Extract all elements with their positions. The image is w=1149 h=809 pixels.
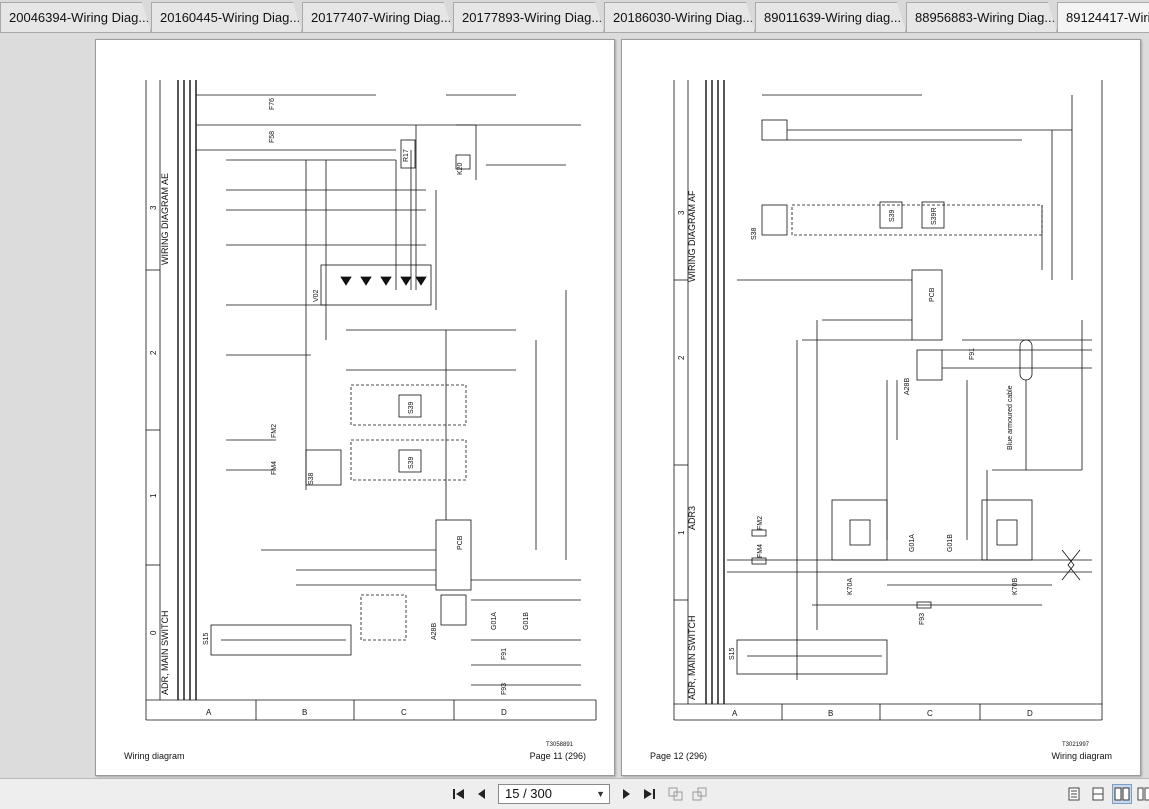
- row-label: C: [927, 709, 933, 718]
- row-label: D: [501, 708, 507, 717]
- component-label: FM4: [271, 461, 278, 475]
- component-label: R17: [403, 149, 410, 162]
- component-label: A28B: [904, 378, 911, 395]
- page-number-value: 15 / 300: [505, 786, 552, 801]
- diagram-subtitle: ADR, MAIN SWITCH: [160, 611, 170, 696]
- continuous-view-button[interactable]: [1088, 784, 1108, 804]
- doc-id: T3021997: [1062, 742, 1090, 748]
- cable-label: Blue armoured cable: [1007, 385, 1014, 450]
- component-label: G01B: [523, 612, 530, 630]
- tab-0[interactable]: 20046394-Wiring Diag...: [0, 2, 151, 32]
- document-viewer[interactable]: WIRING DIAGRAM AE ADR, MAIN SWITCH 3 2 1…: [0, 33, 1149, 778]
- tab-5[interactable]: 89011639-Wiring diag...: [755, 2, 906, 32]
- tab-bar: 20046394-Wiring Diag... 20160445-Wiring …: [0, 0, 1149, 33]
- col-label: 1: [149, 493, 158, 498]
- last-page-button[interactable]: [640, 785, 658, 803]
- two-page-view-button[interactable]: [1112, 784, 1132, 804]
- component-label: V02: [313, 289, 320, 302]
- component-label: S38: [308, 472, 315, 485]
- back-view-icon: [668, 787, 683, 801]
- component-label: PCB: [929, 287, 936, 302]
- diagram-subtitle: ADR, MAIN SWITCH: [687, 616, 697, 701]
- col-label: 2: [149, 350, 158, 355]
- tab-4[interactable]: 20186030-Wiring Diag...: [604, 2, 755, 32]
- previous-page-button[interactable]: [473, 785, 491, 803]
- component-label: F91: [969, 348, 976, 360]
- col-label: 1: [677, 530, 686, 535]
- next-page-button[interactable]: [617, 785, 635, 803]
- component-label: S15: [203, 632, 210, 645]
- component-label: F76: [269, 98, 276, 110]
- component-label: F93: [501, 683, 508, 695]
- component-label: PCB: [457, 535, 464, 550]
- diagram-title: WIRING DIAGRAM AE: [160, 173, 170, 265]
- navigation-toolbar: 15 / 300 ▼: [0, 778, 1149, 809]
- continuous-page-icon: [1092, 787, 1104, 801]
- footer-left: Wiring diagram: [124, 751, 185, 761]
- page-11: WIRING DIAGRAM AE ADR, MAIN SWITCH 3 2 1…: [95, 39, 615, 776]
- component-label: K70A: [847, 578, 854, 595]
- chevron-down-icon: ▼: [596, 789, 605, 799]
- diagram-title: WIRING DIAGRAM AF: [687, 190, 697, 282]
- last-page-icon: [644, 789, 655, 799]
- row-label: A: [732, 709, 738, 718]
- component-label: K70B: [1012, 578, 1019, 595]
- footer-right: Wiring diagram: [1051, 751, 1112, 761]
- component-label: F91: [501, 648, 508, 660]
- col-label: 2: [677, 355, 686, 360]
- doc-id: T3058891: [546, 742, 574, 748]
- row-label: D: [1027, 709, 1033, 718]
- component-label: S39: [889, 209, 896, 222]
- wiring-diagram-af: WIRING DIAGRAM AF ADR3 ADR, MAIN SWITCH …: [673, 80, 1103, 721]
- row-label: B: [302, 708, 307, 717]
- tab-6[interactable]: 88956883-Wiring Diag...: [906, 2, 1057, 32]
- two-page-continuous-view-button[interactable]: [1134, 784, 1149, 804]
- footer-page-number: Page 11 (296): [529, 751, 586, 761]
- next-page-icon: [623, 789, 630, 799]
- forward-view-button[interactable]: [691, 785, 709, 803]
- footer-page-number: Page 12 (296): [650, 751, 708, 761]
- page-12: WIRING DIAGRAM AF ADR3 ADR, MAIN SWITCH …: [621, 39, 1141, 776]
- row-label: C: [401, 708, 407, 717]
- wiring-diagram-ae: WIRING DIAGRAM AE ADR, MAIN SWITCH 3 2 1…: [145, 80, 597, 721]
- tab-7[interactable]: 89124417-Wiri: [1057, 2, 1149, 32]
- col-label: 3: [677, 210, 686, 215]
- row-label: A: [206, 708, 212, 717]
- col-label: 0: [149, 630, 158, 635]
- page-number-select[interactable]: 15 / 300 ▼: [498, 784, 610, 804]
- component-label: FM2: [757, 516, 764, 530]
- col-label: 3: [149, 205, 158, 210]
- tab-1[interactable]: 20160445-Wiring Diag...: [151, 2, 302, 32]
- component-label: S39: [408, 401, 415, 414]
- row-label: B: [828, 709, 833, 718]
- component-label: A28B: [431, 623, 438, 640]
- component-label: S39: [408, 456, 415, 469]
- two-page-continuous-icon: [1137, 787, 1149, 801]
- component-label: G01A: [491, 612, 498, 630]
- tab-2[interactable]: 20177407-Wiring Diag...: [302, 2, 453, 32]
- single-page-icon: [1068, 787, 1080, 801]
- component-label: S39R: [931, 207, 938, 225]
- diagram-adr-label: ADR3: [687, 506, 697, 530]
- back-view-button[interactable]: [667, 785, 685, 803]
- previous-page-icon: [478, 789, 485, 799]
- component-label: S15: [729, 647, 736, 660]
- component-label: S38: [751, 227, 758, 240]
- single-page-view-button[interactable]: [1064, 784, 1084, 804]
- first-page-button[interactable]: [450, 785, 468, 803]
- component-label: F58: [269, 131, 276, 143]
- component-label: G01B: [947, 534, 954, 552]
- two-page-icon: [1114, 787, 1130, 801]
- component-label: FM4: [757, 544, 764, 558]
- component-label: G01A: [909, 534, 916, 552]
- component-label: F93: [919, 613, 926, 625]
- component-label: K20: [457, 162, 464, 175]
- forward-view-icon: [692, 787, 707, 801]
- component-label: FM2: [271, 424, 278, 438]
- tab-3[interactable]: 20177893-Wiring Diag...: [453, 2, 604, 32]
- first-page-icon: [453, 789, 464, 799]
